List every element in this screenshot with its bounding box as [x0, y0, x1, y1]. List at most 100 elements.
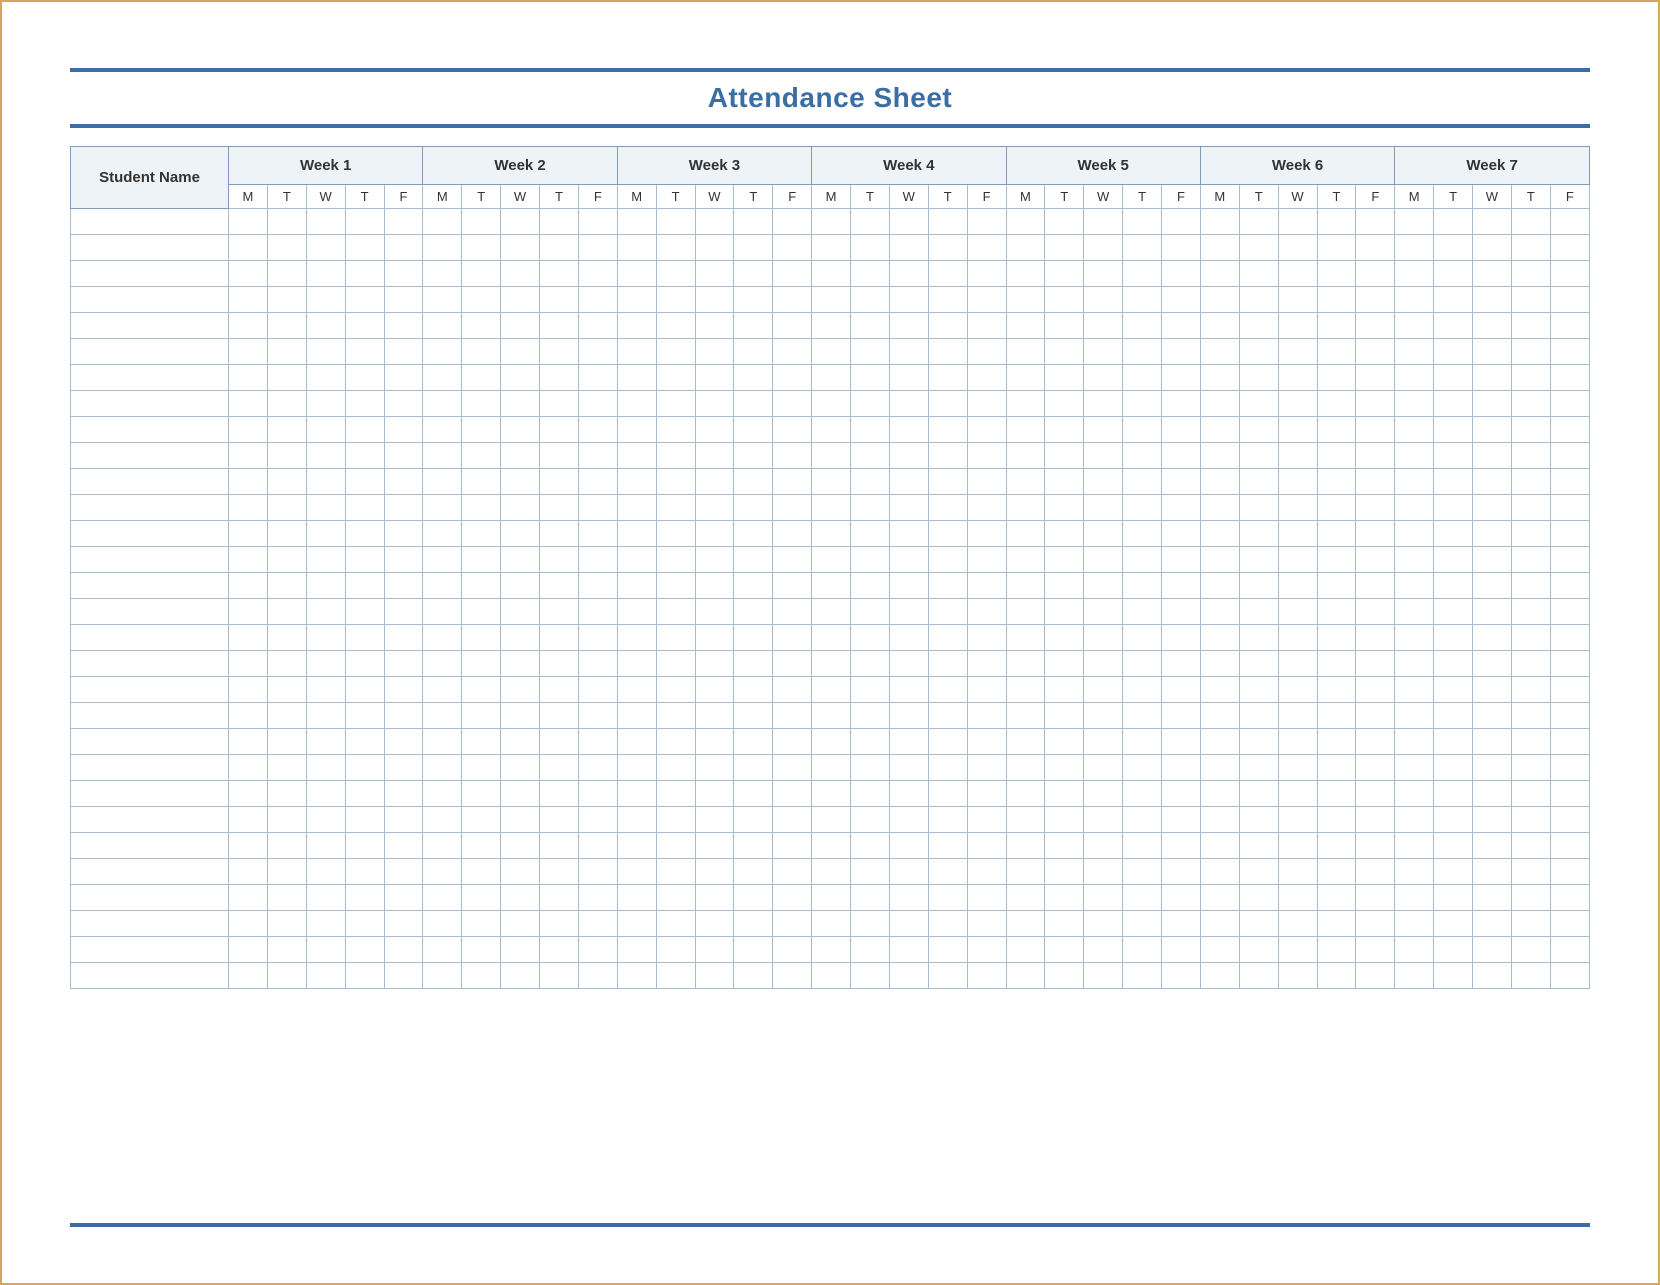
attendance-cell[interactable]: [928, 469, 967, 495]
attendance-cell[interactable]: [889, 287, 928, 313]
attendance-cell[interactable]: [1200, 937, 1239, 963]
attendance-cell[interactable]: [1511, 547, 1550, 573]
attendance-cell[interactable]: [928, 209, 967, 235]
attendance-cell[interactable]: [267, 573, 306, 599]
attendance-cell[interactable]: [1200, 365, 1239, 391]
attendance-cell[interactable]: [1200, 885, 1239, 911]
attendance-cell[interactable]: [967, 261, 1006, 287]
attendance-cell[interactable]: [1473, 469, 1512, 495]
attendance-cell[interactable]: [462, 885, 501, 911]
attendance-cell[interactable]: [1356, 417, 1395, 443]
attendance-cell[interactable]: [1162, 521, 1201, 547]
attendance-cell[interactable]: [1317, 703, 1356, 729]
attendance-cell[interactable]: [1356, 859, 1395, 885]
attendance-cell[interactable]: [812, 417, 851, 443]
attendance-cell[interactable]: [1473, 937, 1512, 963]
attendance-cell[interactable]: [889, 911, 928, 937]
attendance-cell[interactable]: [1200, 469, 1239, 495]
attendance-cell[interactable]: [617, 755, 656, 781]
attendance-cell[interactable]: [229, 781, 268, 807]
attendance-cell[interactable]: [1356, 209, 1395, 235]
attendance-cell[interactable]: [1162, 339, 1201, 365]
attendance-cell[interactable]: [617, 339, 656, 365]
attendance-cell[interactable]: [695, 417, 734, 443]
attendance-cell[interactable]: [423, 755, 462, 781]
attendance-cell[interactable]: [1006, 443, 1045, 469]
attendance-cell[interactable]: [1434, 625, 1473, 651]
attendance-cell[interactable]: [1395, 235, 1434, 261]
attendance-cell[interactable]: [1434, 781, 1473, 807]
attendance-cell[interactable]: [1473, 365, 1512, 391]
attendance-cell[interactable]: [267, 547, 306, 573]
attendance-cell[interactable]: [384, 703, 423, 729]
attendance-cell[interactable]: [540, 833, 579, 859]
attendance-cell[interactable]: [384, 573, 423, 599]
attendance-cell[interactable]: [384, 599, 423, 625]
attendance-cell[interactable]: [1550, 417, 1589, 443]
attendance-cell[interactable]: [695, 287, 734, 313]
attendance-cell[interactable]: [656, 703, 695, 729]
attendance-cell[interactable]: [656, 261, 695, 287]
attendance-cell[interactable]: [345, 833, 384, 859]
attendance-cell[interactable]: [423, 937, 462, 963]
attendance-cell[interactable]: [229, 755, 268, 781]
attendance-cell[interactable]: [928, 599, 967, 625]
attendance-cell[interactable]: [1162, 573, 1201, 599]
attendance-cell[interactable]: [1006, 261, 1045, 287]
student-name-cell[interactable]: [71, 209, 229, 235]
attendance-cell[interactable]: [617, 859, 656, 885]
attendance-cell[interactable]: [345, 781, 384, 807]
attendance-cell[interactable]: [695, 547, 734, 573]
attendance-cell[interactable]: [928, 859, 967, 885]
attendance-cell[interactable]: [1239, 209, 1278, 235]
attendance-cell[interactable]: [1434, 365, 1473, 391]
attendance-cell[interactable]: [617, 911, 656, 937]
attendance-cell[interactable]: [734, 703, 773, 729]
attendance-cell[interactable]: [734, 911, 773, 937]
attendance-cell[interactable]: [306, 625, 345, 651]
attendance-cell[interactable]: [1006, 963, 1045, 989]
attendance-cell[interactable]: [1278, 391, 1317, 417]
attendance-cell[interactable]: [1162, 703, 1201, 729]
attendance-cell[interactable]: [1162, 287, 1201, 313]
attendance-cell[interactable]: [306, 755, 345, 781]
attendance-cell[interactable]: [423, 963, 462, 989]
attendance-cell[interactable]: [501, 911, 540, 937]
attendance-cell[interactable]: [851, 651, 890, 677]
attendance-cell[interactable]: [345, 651, 384, 677]
attendance-cell[interactable]: [1511, 209, 1550, 235]
attendance-cell[interactable]: [462, 365, 501, 391]
attendance-cell[interactable]: [656, 885, 695, 911]
attendance-cell[interactable]: [734, 391, 773, 417]
attendance-cell[interactable]: [851, 417, 890, 443]
attendance-cell[interactable]: [540, 703, 579, 729]
attendance-cell[interactable]: [695, 937, 734, 963]
attendance-cell[interactable]: [384, 235, 423, 261]
attendance-cell[interactable]: [773, 443, 812, 469]
attendance-cell[interactable]: [734, 313, 773, 339]
attendance-cell[interactable]: [1045, 833, 1084, 859]
attendance-cell[interactable]: [1045, 859, 1084, 885]
attendance-cell[interactable]: [656, 235, 695, 261]
attendance-cell[interactable]: [306, 261, 345, 287]
attendance-cell[interactable]: [889, 963, 928, 989]
student-name-cell[interactable]: [71, 287, 229, 313]
attendance-cell[interactable]: [1162, 833, 1201, 859]
attendance-cell[interactable]: [1473, 235, 1512, 261]
attendance-cell[interactable]: [1511, 755, 1550, 781]
attendance-cell[interactable]: [1434, 755, 1473, 781]
attendance-cell[interactable]: [695, 677, 734, 703]
attendance-cell[interactable]: [540, 963, 579, 989]
attendance-cell[interactable]: [773, 547, 812, 573]
attendance-cell[interactable]: [1278, 651, 1317, 677]
attendance-cell[interactable]: [928, 495, 967, 521]
attendance-cell[interactable]: [1434, 859, 1473, 885]
attendance-cell[interactable]: [1473, 495, 1512, 521]
attendance-cell[interactable]: [851, 261, 890, 287]
student-name-cell[interactable]: [71, 599, 229, 625]
attendance-cell[interactable]: [1006, 755, 1045, 781]
attendance-cell[interactable]: [1200, 495, 1239, 521]
attendance-cell[interactable]: [928, 729, 967, 755]
attendance-cell[interactable]: [1278, 677, 1317, 703]
attendance-cell[interactable]: [1550, 599, 1589, 625]
